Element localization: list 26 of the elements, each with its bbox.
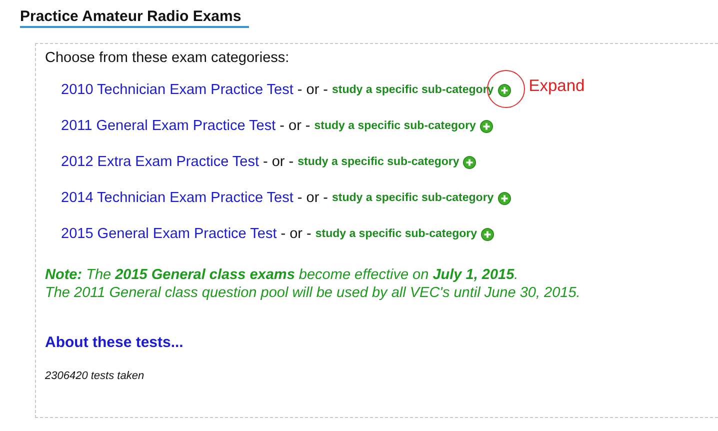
separator-text: - or - xyxy=(263,154,294,170)
expand-icon[interactable] xyxy=(481,228,494,240)
note-text: Note: The 2015 General class exams become effective on July 1, 2015. xyxy=(45,266,520,284)
tests-taken-counter: 2306420 tests taken xyxy=(45,370,146,382)
note-text: The 2011 General class question pool will be used by all VEC's until June 30, 2015. xyxy=(45,284,582,302)
exam-test-link[interactable]: 2010 Technician Exam Practice Test xyxy=(61,82,294,98)
separator-text: - or - xyxy=(297,82,328,98)
subcategory-link[interactable]: study a specific sub-category xyxy=(315,228,478,240)
subcategory-link[interactable]: study a specific sub-category xyxy=(314,120,476,132)
expand-icon[interactable] xyxy=(498,84,511,96)
about-link[interactable]: About these tests... xyxy=(45,334,184,351)
subcategory-link[interactable]: study a specific sub-category xyxy=(332,192,494,204)
separator-text: - or - xyxy=(280,226,312,242)
page-title: Practice Amateur Radio Exams xyxy=(20,8,250,28)
exam-test-link[interactable]: 2011 General Exam Practice Test xyxy=(61,118,276,134)
annotation-label: Expand xyxy=(528,76,585,96)
separator-text: - or - xyxy=(297,190,328,206)
exam-test-link[interactable]: 2014 Technician Exam Practice Test xyxy=(61,190,294,206)
separator-text: - or - xyxy=(280,118,310,134)
expand-icon[interactable] xyxy=(463,156,476,168)
expand-icon[interactable] xyxy=(498,192,511,204)
expand-icon[interactable] xyxy=(480,120,493,132)
exam-test-link[interactable]: 2012 Extra Exam Practice Test xyxy=(61,154,259,170)
subcategory-link[interactable]: study a specific sub-category xyxy=(298,156,460,168)
exam-test-link[interactable]: 2015 General Exam Practice Test xyxy=(61,226,277,242)
intro-text: Choose from these exam categoriess: xyxy=(45,50,290,66)
